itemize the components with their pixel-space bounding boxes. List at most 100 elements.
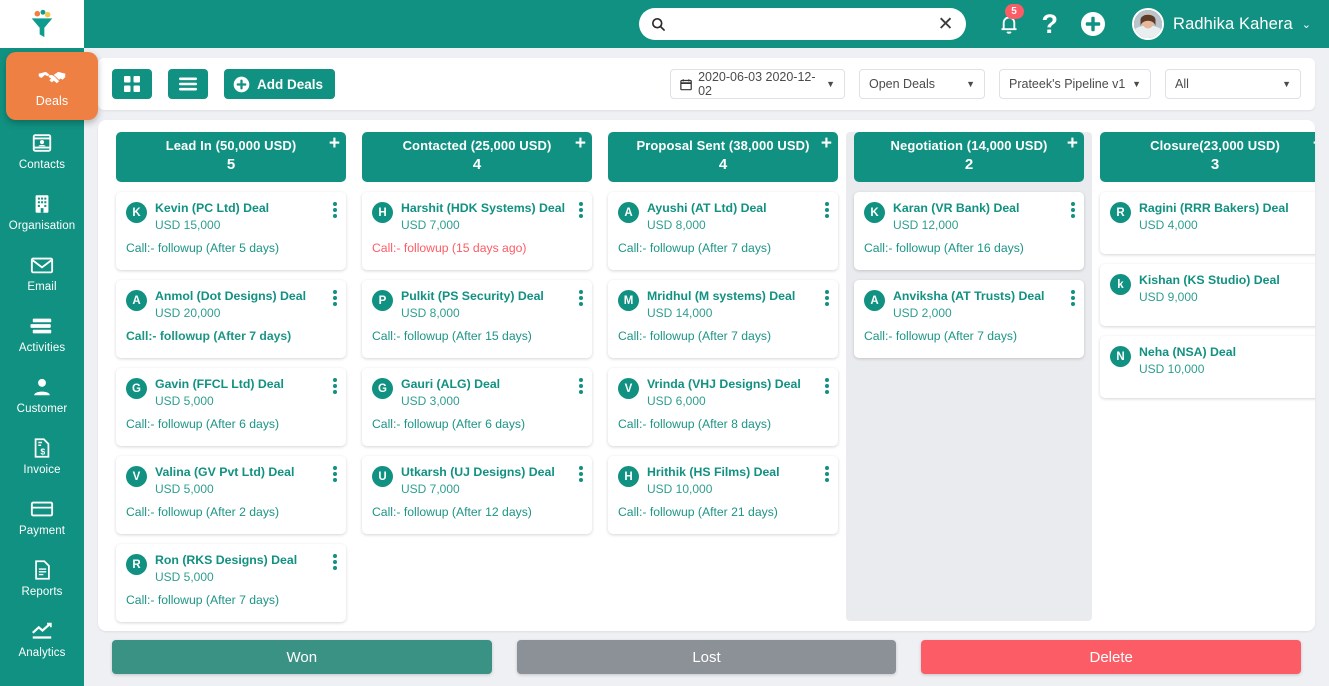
plus-circle-icon bbox=[233, 76, 250, 92]
document-lines-icon bbox=[32, 557, 53, 583]
sidebar-item-reports[interactable]: Reports bbox=[0, 547, 84, 608]
deal-card-menu-button[interactable] bbox=[578, 465, 584, 483]
deal-card-top: A Anmol (Dot Designs) Deal USD 20,000 bbox=[126, 289, 336, 321]
deal-card-menu-button[interactable] bbox=[332, 553, 338, 571]
add-deal-to-column-button[interactable]: + bbox=[1067, 134, 1078, 153]
add-deal-to-column-button[interactable]: + bbox=[575, 134, 586, 153]
date-range-filter[interactable]: 2020-06-03 2020-12-02 ▼ bbox=[670, 69, 845, 99]
deal-card[interactable]: H Hrithik (HS Films) Deal USD 10,000 Call:-… bbox=[608, 456, 838, 534]
sidebar-item-email[interactable]: Email bbox=[0, 242, 84, 303]
quick-add-button[interactable] bbox=[1080, 11, 1106, 37]
close-icon[interactable]: ✕ bbox=[938, 15, 954, 34]
column-header: Contacted (25,000 USD) 4 + bbox=[362, 132, 592, 182]
deal-card-menu-button[interactable] bbox=[824, 377, 830, 395]
sidebar-item-invoice[interactable]: $ Invoice bbox=[0, 425, 84, 486]
add-deal-to-column-button[interactable]: + bbox=[329, 134, 340, 153]
deal-avatar: H bbox=[372, 202, 393, 223]
column-card-list: K Karan (VR Bank) Deal USD 12,000 Call:- fo… bbox=[854, 192, 1084, 358]
funnel-logo-icon bbox=[31, 9, 53, 38]
grid-view-button[interactable] bbox=[112, 69, 152, 99]
user-avatar-image bbox=[1134, 10, 1163, 38]
deal-card[interactable]: K Karan (VR Bank) Deal USD 12,000 Call:- fo… bbox=[854, 192, 1084, 270]
sidebar-item-deals[interactable]: Deals bbox=[6, 52, 98, 120]
user-menu[interactable]: Radhika Kahera ⌄ bbox=[1132, 8, 1311, 40]
deal-amount: USD 9,000 bbox=[1139, 290, 1198, 304]
deal-card[interactable]: V Valina (GV Pvt Ltd) Deal USD 5,000 Call:-… bbox=[116, 456, 346, 534]
lost-button[interactable]: Lost bbox=[516, 640, 897, 674]
deal-card[interactable]: R Ron (RKS Designs) Deal USD 5,000 Call:- f… bbox=[116, 544, 346, 622]
deal-card[interactable]: A Anmol (Dot Designs) Deal USD 20,000 Call:… bbox=[116, 280, 346, 358]
plus-circle-icon bbox=[1081, 12, 1106, 36]
deal-avatar: G bbox=[126, 378, 147, 399]
deal-status-filter[interactable]: Open Deals ▼ bbox=[859, 69, 985, 99]
chevron-down-icon[interactable]: ⌄ bbox=[1302, 18, 1311, 31]
deal-card[interactable]: P Pulkit (PS Security) Deal USD 8,000 Call:… bbox=[362, 280, 592, 358]
deal-card-menu-button[interactable] bbox=[824, 289, 830, 307]
deal-card-menu-button[interactable] bbox=[578, 289, 584, 307]
deal-card[interactable]: A Ayushi (AT Ltd) Deal USD 8,000 Call:- fol… bbox=[608, 192, 838, 270]
deal-followup: Call:- followup (After 5 days) bbox=[126, 241, 280, 255]
sidebar-item-label: Payment bbox=[18, 525, 66, 537]
deal-card-menu-button[interactable] bbox=[824, 201, 830, 219]
deal-card-menu-button[interactable] bbox=[1070, 201, 1076, 219]
deal-card[interactable]: H Harshit (HDK Systems) Deal USD 7,000 Call… bbox=[362, 192, 592, 270]
deal-card-top: K Kevin (PC Ltd) Deal USD 15,000 bbox=[126, 201, 336, 233]
deal-card[interactable]: G Gavin (FFCL Ltd) Deal USD 5,000 Call:- fo… bbox=[116, 368, 346, 446]
help-button[interactable]: ? bbox=[1042, 10, 1059, 37]
won-button[interactable]: Won bbox=[112, 640, 492, 674]
deal-card[interactable]: N Neha (NSA) Deal USD 10,000 bbox=[1100, 336, 1315, 398]
deal-card-menu-button[interactable] bbox=[578, 377, 584, 395]
global-search[interactable]: ✕ bbox=[638, 8, 966, 40]
deal-title: Gauri (ALG) Deal bbox=[401, 377, 501, 391]
deal-title: Utkarsh (UJ Designs) Deal bbox=[401, 465, 555, 479]
deal-card[interactable]: K Kevin (PC Ltd) Deal USD 15,000 Call:- fol… bbox=[116, 192, 346, 270]
deal-card-menu-button[interactable] bbox=[332, 201, 338, 219]
deal-card-top: k Kishan (KS Studio) Deal USD 9,000 bbox=[1110, 273, 1315, 305]
pipeline-filter[interactable]: Prateek's Pipeline v1 ▼ bbox=[999, 69, 1151, 99]
deal-card[interactable]: V Vrinda (VHJ Designs) Deal USD 6,000 Call:… bbox=[608, 368, 838, 446]
deal-followup: Call:- followup (After 21 days) bbox=[618, 505, 778, 519]
sidebar-item-label: Activities bbox=[18, 342, 66, 354]
column-header: Lead In (50,000 USD) 5 + bbox=[116, 132, 346, 182]
delete-button[interactable]: Delete bbox=[921, 640, 1302, 674]
deal-card-menu-button[interactable] bbox=[578, 201, 584, 219]
deal-amount: USD 5,000 bbox=[155, 570, 214, 584]
column-header: Negotiation (14,000 USD) 2 + bbox=[854, 132, 1084, 182]
chevron-down-icon: ▼ bbox=[826, 79, 835, 89]
add-deals-button[interactable]: Add Deals bbox=[224, 69, 336, 99]
sidebar-item-activities[interactable]: Activities bbox=[0, 303, 84, 364]
sidebar-item-analytics[interactable]: Analytics bbox=[0, 608, 84, 669]
deal-card[interactable]: U Utkarsh (UJ Designs) Deal USD 7,000 Call:… bbox=[362, 456, 592, 534]
owner-filter[interactable]: All ▼ bbox=[1165, 69, 1301, 99]
credit-card-icon bbox=[30, 496, 54, 522]
deal-followup: Call:- followup (After 16 days) bbox=[864, 241, 1024, 255]
deal-avatar: R bbox=[1110, 202, 1131, 223]
deal-card[interactable]: M Mridhul (M systems) Deal USD 14,000 Call:… bbox=[608, 280, 838, 358]
column-count: 4 bbox=[718, 156, 728, 173]
deal-card-menu-button[interactable] bbox=[332, 377, 338, 395]
sidebar-item-customer[interactable]: Customer bbox=[0, 364, 84, 425]
sidebar-item-organisation[interactable]: Organisation bbox=[0, 181, 84, 242]
deal-amount: USD 8,000 bbox=[647, 218, 706, 232]
deal-card[interactable]: G Gauri (ALG) Deal USD 3,000 Call:- followu… bbox=[362, 368, 592, 446]
add-deal-to-column-button[interactable]: + bbox=[821, 134, 832, 153]
column-title: Contacted (25,000 USD) bbox=[402, 138, 552, 153]
deal-card-menu-button[interactable] bbox=[332, 465, 338, 483]
search-input[interactable] bbox=[665, 16, 938, 32]
deal-card-top: N Neha (NSA) Deal USD 10,000 bbox=[1110, 345, 1315, 377]
deal-amount: USD 12,000 bbox=[893, 218, 959, 232]
deal-card[interactable]: k Kishan (KS Studio) Deal USD 9,000 bbox=[1100, 264, 1315, 326]
deal-card[interactable]: R Ragini (RRR Bakers) Deal USD 4,000 bbox=[1100, 192, 1315, 254]
add-deal-to-column-button[interactable]: + bbox=[1313, 134, 1315, 153]
list-view-button[interactable] bbox=[168, 69, 208, 99]
deal-card-menu-button[interactable] bbox=[1070, 289, 1076, 307]
deal-followup: Call:- followup (After 8 days) bbox=[618, 417, 772, 431]
deal-card[interactable]: A Anviksha (AT Trusts) Deal USD 2,000 Call:… bbox=[854, 280, 1084, 358]
sidebar-item-contacts[interactable]: Contacts bbox=[0, 120, 84, 181]
sidebar-item-payment[interactable]: Payment bbox=[0, 486, 84, 547]
app-logo[interactable] bbox=[0, 0, 84, 48]
deal-avatar: K bbox=[126, 202, 147, 223]
deal-card-menu-button[interactable] bbox=[824, 465, 830, 483]
deal-card-menu-button[interactable] bbox=[332, 289, 338, 307]
notification-bell-button[interactable]: 5 bbox=[998, 3, 1024, 36]
